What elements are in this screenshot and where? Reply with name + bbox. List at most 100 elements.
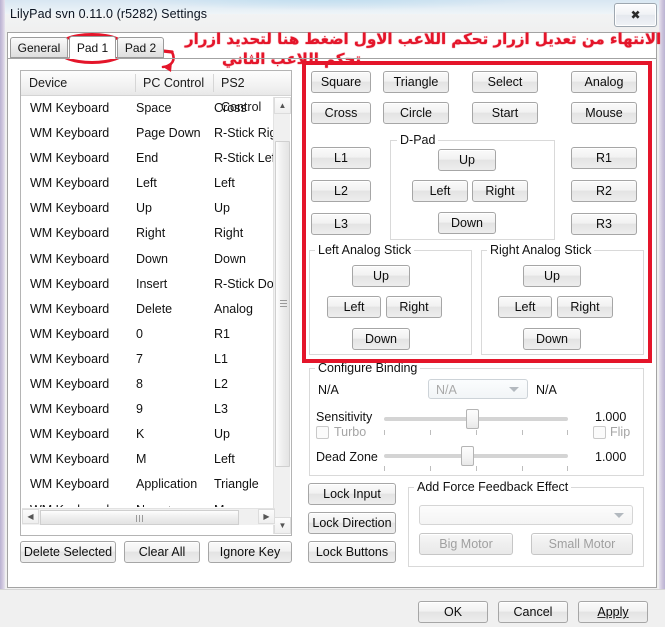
flip-label: Flip (610, 425, 631, 439)
cancel-button[interactable]: Cancel (498, 601, 568, 623)
chevron-down-icon-ffb (614, 513, 624, 518)
cell-device: WM Keyboard (30, 176, 110, 191)
hscroll-grip-icon (135, 515, 145, 522)
binding-combo-value: N/A (436, 383, 457, 397)
table-row[interactable]: WM Keyboard K Up (22, 423, 274, 448)
cell-device: WM Keyboard (30, 326, 110, 341)
table-row[interactable]: WM Keyboard 7 L1 (22, 348, 274, 373)
turbo-checkbox[interactable] (316, 426, 329, 439)
close-icon: ✖ (630, 8, 641, 22)
vscroll-thumb[interactable] (275, 141, 290, 467)
scroll-down-icon[interactable]: ▼ (274, 517, 291, 534)
title-bar: LilyPad svn 0.11.0 (r5282) Settings ✖ (0, 0, 665, 30)
clear-all-button[interactable]: Clear All (124, 541, 200, 563)
sensitivity-thumb[interactable] (466, 409, 479, 429)
cell-pc-control: Left (136, 176, 157, 191)
cell-pc-control: Down (136, 251, 168, 266)
window-border-right (659, 0, 665, 627)
table-row[interactable]: WM Keyboard Down Down (22, 248, 274, 273)
lock-buttons-label: Lock Buttons (315, 545, 389, 559)
delete-selected-button[interactable]: Delete Selected (20, 541, 116, 563)
cell-ps2-control: Up (214, 201, 230, 216)
clear-all-label: Clear All (138, 545, 186, 559)
tab-pad-2[interactable]: Pad 2 (117, 37, 164, 58)
cell-ps2-control: Left (214, 176, 235, 191)
table-row[interactable]: WM Keyboard Delete Analog (22, 298, 274, 323)
table-row[interactable]: WM Keyboard 9 L3 (22, 398, 274, 423)
close-button[interactable]: ✖ (614, 3, 657, 27)
table-row[interactable]: WM Keyboard Space Cross (22, 97, 274, 122)
cell-device: WM Keyboard (30, 201, 110, 216)
deadzone-track[interactable] (384, 454, 568, 458)
sensitivity-ticks (384, 430, 568, 435)
column-header-ps2-control[interactable]: PS2 Control (213, 71, 275, 114)
ok-button[interactable]: OK (418, 601, 488, 623)
ignore-key-button[interactable]: Ignore Key (208, 541, 292, 563)
annotation-text-line1: عند الانتهاء من تعديل ازرار تحكم اللاعب … (185, 30, 665, 48)
table-row[interactable]: WM Keyboard Application Triangle (22, 473, 274, 498)
column-header-device[interactable]: Device (21, 71, 135, 95)
flip-checkbox[interactable] (593, 426, 606, 439)
apply-label: Apply (597, 605, 629, 619)
binding-list-rows[interactable]: WM Keyboard Space Cross WM Keyboard Page Dow… (22, 97, 274, 507)
deadzone-value: 1.000 (595, 450, 627, 464)
cell-ps2-control: R1 (214, 326, 230, 341)
binding-list-vscrollbar[interactable]: ▲ ▼ (273, 97, 291, 534)
tab-pad-1[interactable]: Pad 1 (69, 36, 116, 59)
cell-pc-control: M (136, 452, 147, 467)
apply-button[interactable]: Apply (578, 601, 648, 623)
table-row[interactable]: WM Keyboard M Left (22, 448, 274, 473)
cell-pc-control: Delete (136, 301, 173, 316)
tab-general[interactable]: General (10, 37, 68, 58)
small-motor-button[interactable]: Small Motor (531, 533, 633, 555)
scroll-up-icon[interactable]: ▲ (274, 97, 291, 114)
column-header-pc-control[interactable]: PC Control (135, 71, 213, 95)
scroll-left-icon[interactable]: ◀ (22, 509, 39, 524)
cell-device: WM Keyboard (30, 452, 110, 467)
big-motor-button[interactable]: Big Motor (419, 533, 513, 555)
hscroll-thumb[interactable] (40, 510, 239, 525)
table-row[interactable]: WM Keyboard Page Down R-Stick Right (22, 122, 274, 147)
cell-ps2-control: Triangle (214, 477, 259, 492)
cell-pc-control: Page Down (136, 126, 201, 141)
lock-input-label: Lock Input (323, 487, 381, 501)
table-row[interactable]: WM Keyboard Left Left (22, 172, 274, 197)
scroll-right-icon[interactable]: ▶ (258, 509, 275, 524)
table-row[interactable]: WM Keyboard 0 R1 (22, 323, 274, 348)
turbo-label: Turbo (334, 425, 367, 439)
sensitivity-value: 1.000 (595, 410, 627, 424)
table-row[interactable]: WM Keyboard End R-Stick Left (22, 147, 274, 172)
cell-device: WM Keyboard (30, 276, 110, 291)
cell-device: WM Keyboard (30, 301, 110, 316)
lock-input-button[interactable]: Lock Input (308, 483, 396, 505)
force-feedback-combo[interactable] (419, 505, 633, 525)
lilypad-settings-window: LilyPad svn 0.11.0 (r5282) Settings ✖ Ge… (0, 0, 665, 627)
binding-combo[interactable]: N/A (428, 379, 528, 399)
tab-pad-1-label: Pad 1 (76, 41, 109, 55)
table-row[interactable]: WM KeyboardNum +Mouse (22, 499, 274, 508)
cell-ps2-control: L3 (214, 402, 228, 417)
table-row[interactable]: WM Keyboard Right Right (22, 222, 274, 247)
cell-pc-control: Right (136, 226, 166, 241)
cell-ps2-control: R-Stick Right (214, 126, 274, 141)
cancel-label: Cancel (513, 605, 553, 619)
deadzone-ticks (384, 466, 568, 471)
cell-ps2-control: Mouse (214, 503, 274, 508)
table-row[interactable]: WM Keyboard 8 L2 (22, 373, 274, 398)
cell-ps2-control: Left (214, 452, 235, 467)
window-border-left (0, 0, 5, 627)
lock-direction-button[interactable]: Lock Direction (308, 512, 396, 534)
binding-list-hscrollbar[interactable]: ◀ ▶ (22, 508, 275, 525)
cell-pc-control: End (136, 151, 159, 166)
deadzone-thumb[interactable] (461, 446, 474, 466)
cell-device: WM Keyboard (30, 427, 110, 442)
cell-pc-control: Space (136, 101, 172, 115)
cell-pc-control: Application (136, 477, 198, 492)
table-row[interactable]: WM Keyboard Insert R-Stick Down (22, 273, 274, 298)
force-feedback-group (408, 487, 644, 567)
cell-device: WM Keyboard (30, 402, 110, 417)
cell-ps2-control: L2 (214, 377, 228, 392)
lock-buttons-button[interactable]: Lock Buttons (308, 541, 396, 563)
table-row[interactable]: WM Keyboard Up Up (22, 197, 274, 222)
cell-device: WM Keyboard (30, 151, 110, 166)
